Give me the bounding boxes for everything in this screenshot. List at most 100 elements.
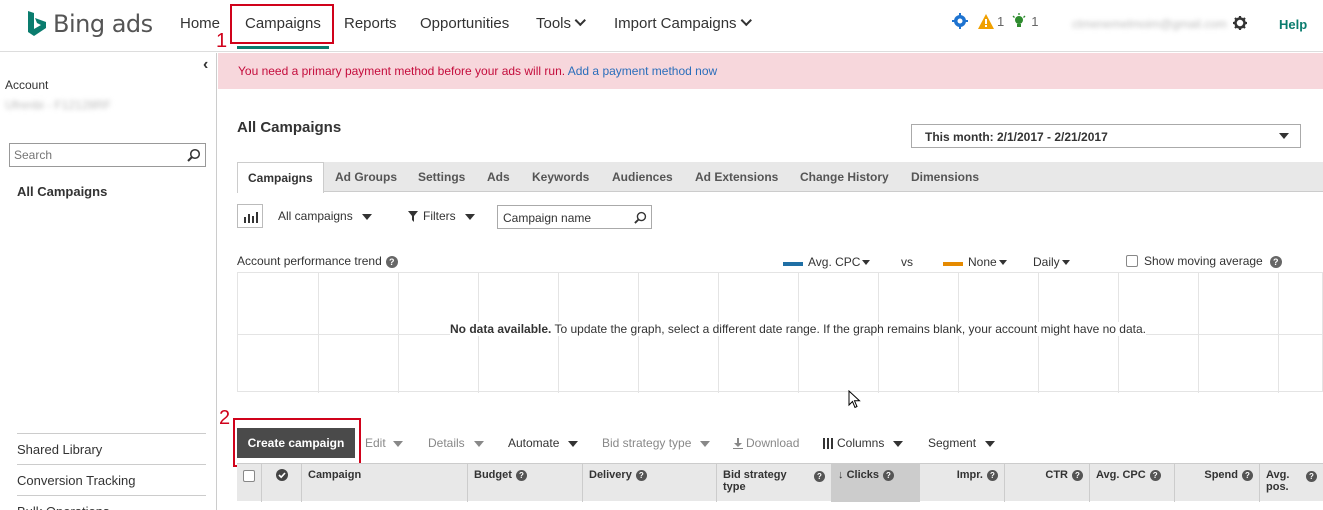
column-clicks[interactable]: ↓ Clicks? <box>831 464 919 502</box>
campaign-name-search[interactable]: Campaign name <box>497 205 652 229</box>
help-icon[interactable]: ? <box>987 469 998 481</box>
column-avg-pos[interactable]: Avg. pos.? <box>1259 464 1323 502</box>
campaign-scope-dropdown[interactable]: All campaigns <box>278 209 372 223</box>
help-icon[interactable]: ? <box>1242 469 1253 481</box>
performance-trend-title: Account performance trend? <box>237 254 398 268</box>
tab-keywords[interactable]: Keywords <box>532 170 589 184</box>
search-icon[interactable] <box>634 211 647 224</box>
column-bid-strategy-type[interactable]: Bid strategy type? <box>716 464 831 502</box>
moving-average-label: Show moving average? <box>1144 254 1282 268</box>
metric2-dropdown[interactable]: None <box>968 255 1007 269</box>
chevron-down-icon <box>361 213 372 220</box>
tab-settings[interactable]: Settings <box>418 170 465 184</box>
vs-label: vs <box>901 255 913 269</box>
nav-opportunities[interactable]: Opportunities <box>420 15 509 32</box>
tab-dimensions[interactable]: Dimensions <box>911 170 979 184</box>
help-icon[interactable]: ? <box>882 469 894 481</box>
tab-ad-extensions[interactable]: Ad Extensions <box>695 170 778 184</box>
grid-line <box>1198 273 1199 393</box>
help-icon[interactable]: ? <box>1149 469 1161 481</box>
active-tab-indicator <box>237 46 329 49</box>
column-budget[interactable]: Budget? <box>467 464 582 502</box>
chevron-down-icon <box>985 440 996 447</box>
alerts-count: 1 <box>997 13 1005 29</box>
nav-home[interactable]: Home <box>180 15 220 32</box>
top-nav: Bing ads Home Campaigns Reports Opportun… <box>0 0 1323 52</box>
search-icon[interactable] <box>187 148 201 162</box>
warning-icon[interactable] <box>978 13 994 29</box>
tab-campaigns[interactable]: Campaigns <box>237 162 324 193</box>
add-payment-link[interactable]: Add a payment method now <box>568 64 717 78</box>
chevron-down-icon <box>1279 133 1289 139</box>
help-icon[interactable]: ? <box>1306 471 1317 482</box>
sidebar-item-conversion-tracking[interactable]: Conversion Tracking <box>17 464 206 488</box>
column-spend-label: Spend <box>1204 469 1238 481</box>
sidebar: ‹ Account Ufrenbi - F12128RF All Campaig… <box>0 53 217 510</box>
column-impressions[interactable]: Impr.? <box>919 464 1004 502</box>
nav-tools[interactable]: Tools <box>536 14 586 32</box>
bing-ads-logo[interactable]: Bing ads <box>26 10 153 38</box>
nav-import-label: Import Campaigns <box>614 15 737 32</box>
help-icon[interactable]: ? <box>635 469 647 481</box>
sidebar-item-bulk-operations[interactable]: Bulk Operations <box>17 495 206 510</box>
segment-dropdown[interactable]: Segment <box>928 436 996 450</box>
help-icon[interactable]: ? <box>1269 255 1282 268</box>
grid-line <box>1278 273 1279 393</box>
column-avg-pos-label: Avg. pos. <box>1266 469 1290 493</box>
column-avg-cpc[interactable]: Avg. CPC? <box>1089 464 1174 502</box>
settings-gear-icon[interactable] <box>1233 16 1247 30</box>
lightbulb-icon[interactable] <box>1012 13 1026 29</box>
chevron-down-icon <box>740 14 752 27</box>
column-campaign[interactable]: Campaign <box>301 464 467 502</box>
search-input[interactable] <box>10 144 180 166</box>
column-spend[interactable]: Spend? <box>1174 464 1259 502</box>
bid-strategy-label: Bid strategy type <box>602 436 692 450</box>
details-dropdown[interactable]: Details <box>428 436 484 450</box>
grid-line <box>398 273 399 393</box>
help-icon[interactable]: ? <box>515 469 527 481</box>
select-all-checkbox[interactable] <box>243 470 255 482</box>
column-clicks-label: Clicks <box>846 469 879 481</box>
filter-funnel-icon <box>408 211 418 223</box>
sidebar-search[interactable] <box>9 143 206 167</box>
user-email[interactable]: ctmenemelmoim@gmail.com <box>1072 17 1227 31</box>
nav-import-campaigns[interactable]: Import Campaigns <box>614 14 752 32</box>
granularity-dropdown[interactable]: Daily <box>1033 255 1070 269</box>
select-all-cell <box>237 464 261 502</box>
nav-reports[interactable]: Reports <box>344 15 397 32</box>
metric1-dropdown[interactable]: Avg. CPC <box>808 255 871 269</box>
status-check-icon <box>276 469 288 481</box>
moving-average-checkbox[interactable] <box>1126 255 1138 267</box>
columns-dropdown[interactable]: Columns <box>823 436 904 450</box>
download-button[interactable]: Download <box>733 436 799 450</box>
columns-label: Columns <box>837 436 885 450</box>
account-name[interactable]: Ufrenbi - F12128RF <box>5 98 111 112</box>
help-link[interactable]: Help <box>1279 17 1307 32</box>
filters-dropdown[interactable]: Filters <box>408 209 475 223</box>
sidebar-item-shared-library[interactable]: Shared Library <box>17 433 206 457</box>
tab-ads[interactable]: Ads <box>487 170 510 184</box>
help-icon[interactable]: ? <box>385 255 398 268</box>
help-icon[interactable]: ? <box>1072 469 1083 481</box>
chevron-down-icon <box>574 14 586 27</box>
brand-name: Bing ads <box>53 10 153 38</box>
campaign-table-header: Campaign Budget? Delivery? Bid strategy … <box>237 463 1323 502</box>
collapse-sidebar-icon[interactable]: ‹ <box>203 56 208 74</box>
banner-message: You need a primary payment method before… <box>238 64 566 78</box>
gear-badge-icon[interactable] <box>952 13 968 29</box>
automate-dropdown[interactable]: Automate <box>508 436 579 450</box>
column-bid-strategy-label: Bid strategy type <box>723 469 787 493</box>
tab-ad-groups[interactable]: Ad Groups <box>335 170 397 184</box>
column-ctr[interactable]: CTR? <box>1004 464 1089 502</box>
column-delivery-label: Delivery <box>589 469 632 481</box>
tab-audiences[interactable]: Audiences <box>612 170 673 184</box>
tab-change-history[interactable]: Change History <box>800 170 889 184</box>
column-delivery[interactable]: Delivery? <box>582 464 716 502</box>
status-column-header[interactable] <box>261 464 301 502</box>
date-range-select[interactable]: This month: 2/1/2017 - 2/21/2017 <box>911 124 1301 148</box>
bid-strategy-dropdown[interactable]: Bid strategy type <box>602 436 711 450</box>
help-icon[interactable]: ? <box>814 471 825 482</box>
edit-dropdown[interactable]: Edit <box>365 436 403 450</box>
sidebar-item-all-campaigns[interactable]: All Campaigns <box>17 184 107 199</box>
toggle-chart-button[interactable] <box>237 204 263 228</box>
